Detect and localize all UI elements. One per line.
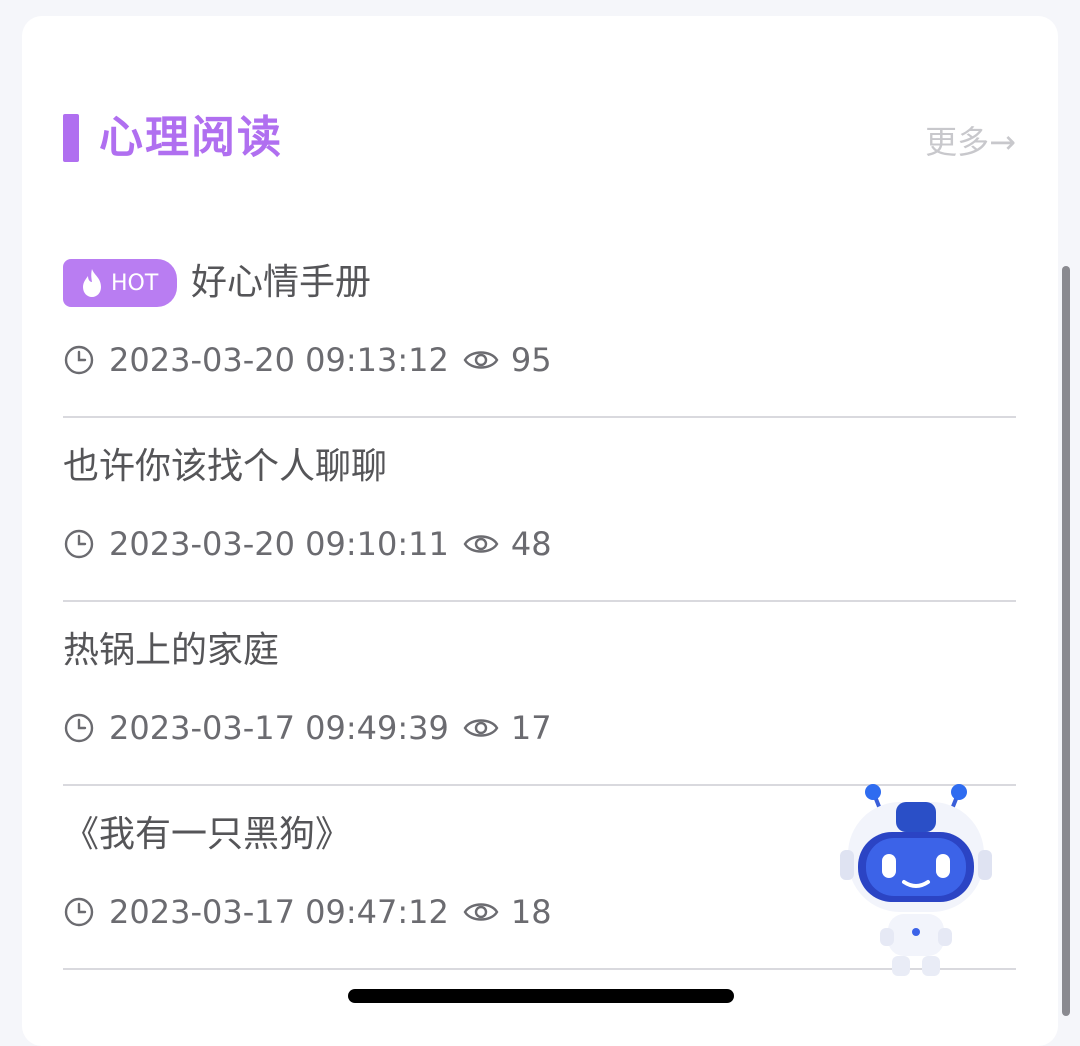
article-meta: 2023-03-17 09:47:12 18 bbox=[63, 890, 552, 934]
clock-icon bbox=[64, 529, 94, 559]
clock-icon bbox=[64, 897, 94, 927]
hot-badge-label: HOT bbox=[111, 270, 159, 296]
scrollbar[interactable] bbox=[1062, 266, 1070, 1016]
title-accent-bar bbox=[63, 114, 79, 162]
article-title[interactable]: 也许你该找个人聊聊 bbox=[63, 436, 387, 498]
eye-icon bbox=[463, 903, 499, 921]
section-header: 心理阅读 更多→ bbox=[63, 98, 1016, 163]
item-title-row: 《我有一只黑狗》 bbox=[63, 804, 351, 866]
eye-icon bbox=[463, 351, 499, 369]
article-datetime: 2023-03-17 09:47:12 bbox=[109, 893, 449, 931]
section-title: 心理阅读 bbox=[99, 112, 283, 163]
list-item[interactable]: 也许你该找个人聊聊 2023-03-20 09:10:11 48 bbox=[63, 418, 1016, 602]
list-item[interactable]: HOT 好心情手册 2023-03-20 09:13:12 95 bbox=[63, 234, 1016, 418]
article-views: 95 bbox=[510, 341, 552, 379]
article-meta: 2023-03-20 09:13:12 95 bbox=[63, 338, 552, 382]
eye-icon bbox=[463, 535, 499, 553]
article-datetime: 2023-03-17 09:49:39 bbox=[109, 709, 449, 747]
hot-badge: HOT bbox=[63, 259, 177, 307]
eye-icon bbox=[463, 719, 499, 737]
more-link[interactable]: 更多→ bbox=[925, 122, 1016, 162]
item-title-row: HOT 好心情手册 bbox=[63, 252, 371, 314]
article-title[interactable]: 《我有一只黑狗》 bbox=[63, 804, 351, 866]
home-indicator[interactable] bbox=[348, 989, 734, 1003]
article-views: 17 bbox=[510, 709, 552, 747]
robot-assistant-icon[interactable] bbox=[836, 780, 996, 980]
article-meta: 2023-03-20 09:10:11 48 bbox=[63, 522, 552, 566]
item-title-row: 也许你该找个人聊聊 bbox=[63, 436, 387, 498]
flame-icon bbox=[83, 269, 101, 297]
article-title[interactable]: 好心情手册 bbox=[191, 252, 371, 314]
list-item[interactable]: 热锅上的家庭 2023-03-17 09:49:39 17 bbox=[63, 602, 1016, 786]
article-datetime: 2023-03-20 09:10:11 bbox=[109, 525, 449, 563]
article-meta: 2023-03-17 09:49:39 17 bbox=[63, 706, 552, 750]
article-datetime: 2023-03-20 09:13:12 bbox=[109, 341, 449, 379]
clock-icon bbox=[64, 345, 94, 375]
article-views: 18 bbox=[510, 893, 552, 931]
article-views: 48 bbox=[510, 525, 552, 563]
clock-icon bbox=[64, 713, 94, 743]
article-title[interactable]: 热锅上的家庭 bbox=[63, 620, 279, 682]
item-title-row: 热锅上的家庭 bbox=[63, 620, 279, 682]
